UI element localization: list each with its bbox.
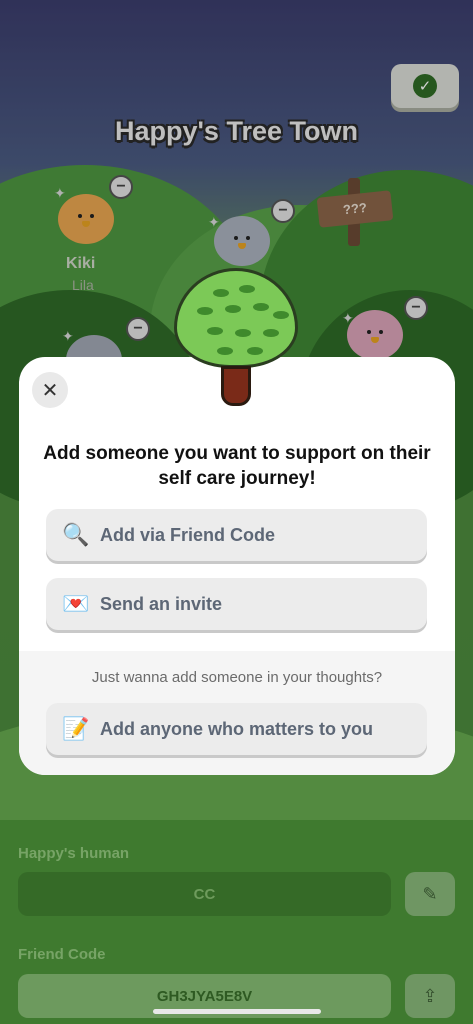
leaf bbox=[253, 303, 269, 311]
leaf bbox=[207, 327, 223, 335]
leaf bbox=[247, 347, 263, 355]
leaf bbox=[225, 305, 241, 313]
friend-code-label: Friend Code bbox=[18, 946, 106, 963]
leaf bbox=[197, 307, 213, 315]
send-invite-button[interactable]: 💌 Send an invite bbox=[46, 578, 427, 630]
thoughts-subtext: Just wanna add someone in your thoughts? bbox=[91, 669, 383, 686]
leaf bbox=[213, 289, 229, 297]
leaf bbox=[273, 311, 289, 319]
close-icon[interactable]: ✕ bbox=[32, 372, 68, 408]
option-label: Add anyone who matters to you bbox=[100, 718, 374, 739]
human-name-field[interactable]: CC bbox=[18, 872, 391, 916]
leaf bbox=[235, 329, 251, 337]
memo-icon: 📝 bbox=[62, 716, 90, 741]
tree-trunk bbox=[221, 366, 251, 406]
modal-heading: Add someone you want to support on their… bbox=[43, 443, 431, 489]
tree-icon bbox=[174, 268, 298, 408]
option-label: Add via Friend Code bbox=[100, 524, 276, 545]
add-anyone-button[interactable]: 📝 Add anyone who matters to you bbox=[46, 703, 427, 755]
leaf bbox=[239, 285, 255, 293]
add-friend-modal: ✕ Add someone you want to support on the… bbox=[19, 357, 455, 775]
tree-canopy bbox=[174, 268, 298, 368]
profile-section: Happy's human CC ✎ Friend Code GH3JYA5E8… bbox=[0, 820, 473, 1024]
share-icon[interactable]: ⇪ bbox=[405, 974, 455, 1018]
magnifier-icon: 🔍 bbox=[62, 522, 90, 547]
leaf bbox=[217, 347, 233, 355]
add-via-friend-code-button[interactable]: 🔍 Add via Friend Code bbox=[46, 509, 427, 561]
option-label: Send an invite bbox=[100, 593, 223, 614]
home-indicator bbox=[153, 1009, 321, 1014]
love-letter-icon: 💌 bbox=[62, 591, 90, 616]
leaf bbox=[263, 329, 279, 337]
human-label: Happy's human bbox=[18, 845, 130, 862]
edit-pencil-icon[interactable]: ✎ bbox=[405, 872, 455, 916]
